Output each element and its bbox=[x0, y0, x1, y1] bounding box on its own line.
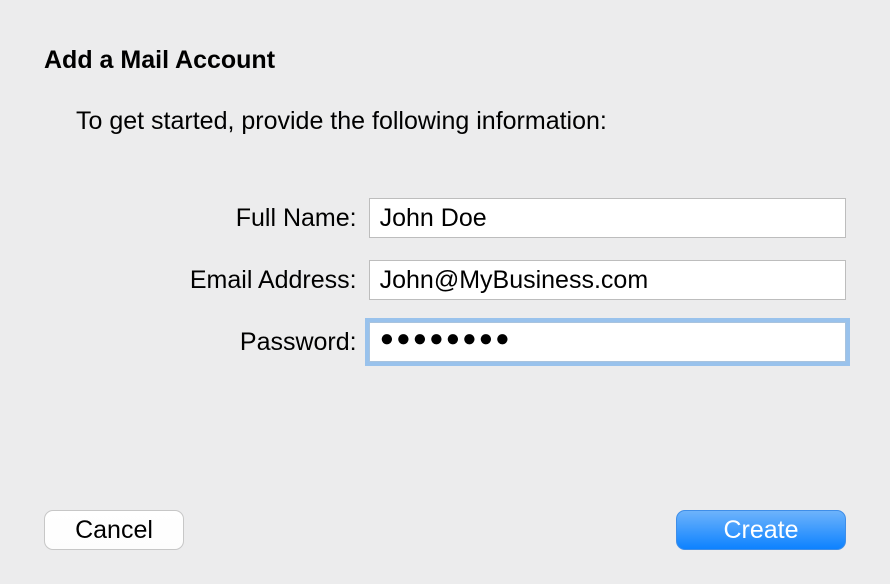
add-mail-account-dialog: Add a Mail Account To get started, provi… bbox=[0, 0, 890, 362]
full-name-label: Full Name: bbox=[44, 204, 369, 233]
full-name-input[interactable] bbox=[369, 198, 846, 238]
password-label: Password: bbox=[44, 328, 369, 357]
button-bar: Cancel Create bbox=[44, 510, 846, 550]
dialog-title: Add a Mail Account bbox=[44, 46, 846, 75]
password-input[interactable]: ●●●●●●●● bbox=[369, 322, 846, 362]
email-row: Email Address: bbox=[44, 260, 846, 300]
email-input[interactable] bbox=[369, 260, 846, 300]
email-label: Email Address: bbox=[44, 266, 369, 295]
full-name-row: Full Name: bbox=[44, 198, 846, 238]
cancel-button[interactable]: Cancel bbox=[44, 510, 184, 550]
account-form: Full Name: Email Address: Password: ●●●●… bbox=[44, 198, 846, 362]
instruction-text: To get started, provide the following in… bbox=[76, 107, 846, 136]
password-row: Password: ●●●●●●●● bbox=[44, 322, 846, 362]
create-button[interactable]: Create bbox=[676, 510, 846, 550]
